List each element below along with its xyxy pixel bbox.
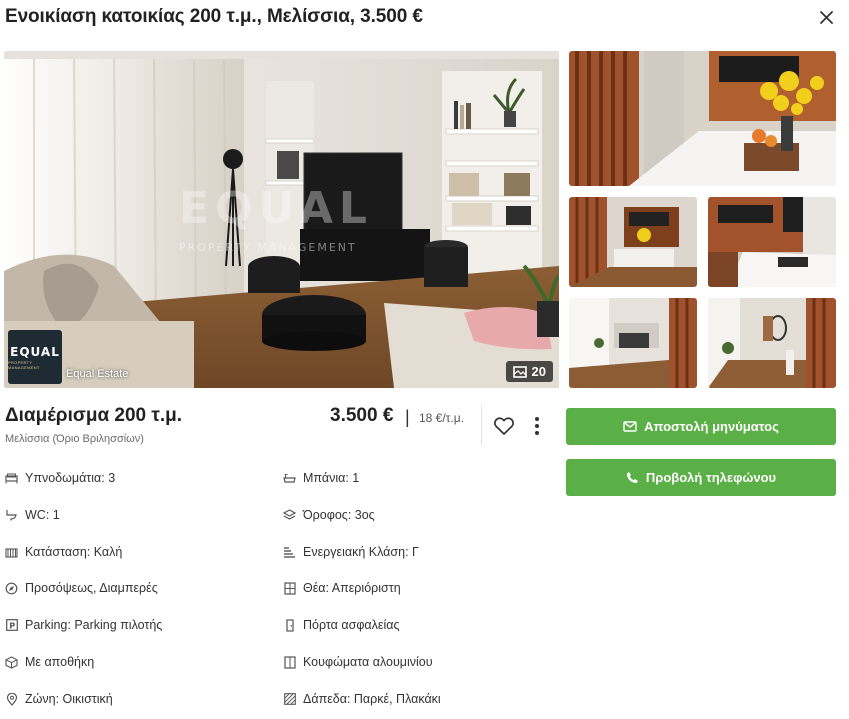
agency-name[interactable]: Equal Estate (66, 368, 128, 380)
feature-label: Ενεργειακή Κλάση: Γ (303, 545, 419, 559)
price-separator: | (405, 407, 410, 427)
feature-label: Κουφώματα αλουμινίου (303, 655, 433, 669)
feature-bedrooms: Υπνοδωμάτια: 3 (5, 469, 115, 487)
feature-bathrooms: Μπάνια: 1 (283, 469, 359, 487)
feature-storage: Με αποθήκη (5, 653, 94, 671)
feature-label: Όροφος: 3ος (303, 508, 375, 522)
feature-label: Υπνοδωμάτια: 3 (25, 471, 116, 485)
thumbnail-photo[interactable] (569, 298, 697, 388)
envelope-icon (623, 421, 637, 432)
feature-parking: P Parking: Parking πιλοτής (5, 616, 162, 634)
send-message-button[interactable]: Αποστολή μηνύματος (566, 408, 836, 445)
open-living-area-photo (569, 298, 697, 388)
agency-logo[interactable]: EQUAL PROPERTY MANAGEMENT (8, 330, 62, 384)
floor-pattern-icon (283, 693, 296, 706)
feature-label: Κατάσταση: Καλή (25, 545, 123, 559)
thumbnail-photo[interactable] (708, 197, 836, 287)
living-room-photo: EQUAL PROPERTY MANAGEMENT (4, 51, 559, 388)
layers-icon (283, 509, 296, 522)
feature-condition: Κατάσταση: Καλή (5, 543, 122, 561)
photo-count: 20 (531, 364, 546, 379)
close-button[interactable] (815, 6, 837, 28)
favorite-button[interactable] (493, 415, 515, 437)
feature-security-door: Πόρτα ασφαλείας (283, 616, 400, 634)
watermark-text: EQUAL (179, 183, 373, 234)
feature-label: Δάπεδα: Παρκέ, Πλακάκι (303, 692, 441, 706)
energy-class-icon (283, 546, 296, 559)
agency-logo-text: EQUAL (10, 344, 60, 359)
door-icon (283, 618, 296, 632)
thumbnail-photo[interactable] (569, 197, 697, 287)
phone-icon (626, 472, 638, 483)
agency-logo-subtext: PROPERTY MANAGEMENT (8, 359, 40, 370)
feature-flooring: Δάπεδα: Παρκέ, Πλακάκι (283, 690, 441, 708)
compass-icon (5, 582, 18, 595)
feature-view: Θέα: Απεριόριστη (283, 579, 401, 597)
feature-wc: WC: 1 (5, 506, 60, 524)
feature-label: Προσόψεως, Διαμπερές (25, 581, 158, 595)
window-frame-icon (283, 655, 296, 669)
feature-label: Μπάνια: 1 (303, 471, 360, 485)
heart-icon (493, 417, 515, 435)
page-title: Ενοικίαση κατοικίας 200 τ.μ., Μελίσσια, … (5, 6, 423, 27)
condition-icon (5, 546, 18, 559)
feature-label: Με αποθήκη (25, 655, 95, 669)
property-type: Διαμέρισμα 200 τ.μ. (5, 405, 183, 426)
bed-icon (5, 472, 18, 485)
more-options-button[interactable] (530, 415, 544, 437)
feature-floor: Όροφος: 3ος (283, 506, 375, 524)
feature-label: Ζώνη: Οικιστική (25, 692, 113, 706)
parking-icon: P (5, 619, 18, 632)
feature-label: Θέα: Απεριόριστη (303, 581, 401, 595)
kitchen-photo (569, 197, 697, 287)
bathtub-icon (283, 472, 296, 485)
watermark-subtext: PROPERTY MANAGEMENT (179, 241, 357, 254)
photo-count-badge[interactable]: 20 (505, 361, 553, 382)
show-phone-button[interactable]: Προβολή τηλεφώνου (566, 459, 836, 496)
kebab-menu-icon (535, 417, 539, 435)
feature-zone: Ζώνη: Οικιστική (5, 690, 113, 708)
property-location: Μελίσσια (Όριο Βριλησσίων) (5, 433, 144, 445)
feature-label: WC: 1 (25, 508, 60, 522)
price: 3.500 € (330, 405, 394, 426)
hallway-photo (708, 298, 836, 388)
close-icon (819, 10, 833, 24)
price-per-sqm: 18 €/τ.μ. (419, 411, 465, 425)
kitchen-flowers-photo (569, 51, 836, 186)
photo-gallery: EQUAL PROPERTY MANAGEMENT EQUAL PROPERTY… (4, 51, 836, 388)
location-pin-icon (5, 692, 18, 706)
window-view-icon (283, 581, 296, 595)
feature-window-frames: Κουφώματα αλουμινίου (283, 653, 433, 671)
feature-label: Parking: Parking πιλοτής (25, 618, 163, 632)
feature-orientation: Προσόψεως, Διαμπερές (5, 579, 158, 597)
box-icon (5, 655, 18, 669)
svg-text:P: P (9, 621, 15, 630)
main-photo[interactable]: EQUAL PROPERTY MANAGEMENT EQUAL PROPERTY… (4, 51, 559, 388)
kitchen-island-photo (708, 197, 836, 287)
divider (481, 405, 482, 445)
thumbnail-photo[interactable] (708, 298, 836, 388)
toilet-icon (5, 509, 18, 522)
show-phone-label: Προβολή τηλεφώνου (645, 470, 777, 485)
feature-energy-class: Ενεργειακή Κλάση: Γ (283, 543, 419, 561)
gallery-icon (512, 365, 527, 378)
send-message-label: Αποστολή μηνύματος (644, 419, 779, 434)
thumbnail-photo[interactable] (569, 51, 836, 186)
feature-label: Πόρτα ασφαλείας (303, 618, 400, 632)
